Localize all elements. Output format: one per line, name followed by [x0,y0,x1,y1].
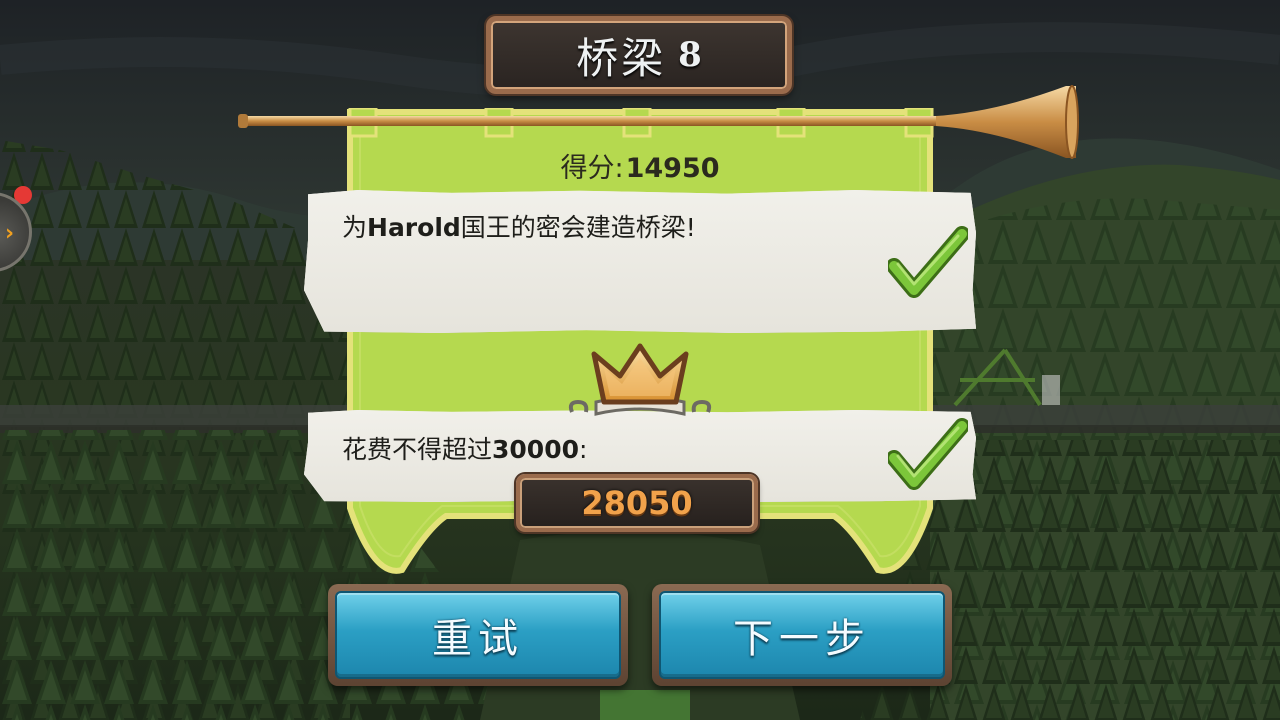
objective-suffix: 国王的密会建造桥梁! [460,213,696,242]
level-number: 8 [678,35,702,75]
cost-value: 28050 [581,484,693,522]
game-scene: › 桥梁 8 得分:14950 为Harold国王的密会建造桥梁! 花费不得超过… [0,0,1280,720]
checkmark-icon [888,226,968,298]
checkmark-icon [888,418,968,490]
score-display: 得分:14950 [346,146,934,185]
objective-prefix: 花费不得超过 [342,435,493,464]
objective-prefix: 为 [342,213,368,242]
retry-button[interactable]: 重试 [328,584,628,686]
retry-button-face[interactable]: 重试 [335,591,621,679]
score-value: 14950 [625,153,720,184]
chevron-right-icon: › [5,221,15,246]
objective-highlight: 30000 [492,435,579,464]
objective-suffix: : [579,435,588,464]
objective-highlight: Harold [367,213,461,242]
objective-text: 花费不得超过30000: [342,430,587,466]
cost-plaque: 28050 [516,474,758,532]
objective-text: 为Harold国王的密会建造桥梁! [342,208,696,244]
level-title-plaque: 桥梁 8 [486,16,792,94]
level-title: 桥梁 [576,33,667,83]
next-button-label: 下一步 [733,616,871,662]
crown-icon [568,343,712,416]
next-button-face[interactable]: 下一步 [659,591,945,679]
objective-panel-build-bridge: 为Harold国王的密会建造桥梁! [304,190,976,333]
next-button[interactable]: 下一步 [652,584,952,686]
score-label: 得分: [560,153,624,184]
retry-button-label: 重试 [432,616,524,662]
